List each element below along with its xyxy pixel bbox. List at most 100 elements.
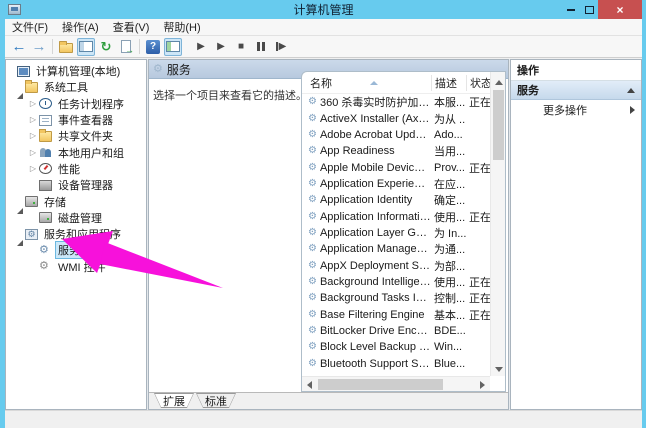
show-action-pane-toggle[interactable] (164, 38, 182, 56)
services-apps-icon: ⚙ (25, 229, 38, 240)
collapsed-icon[interactable]: ▷ (28, 100, 38, 108)
service-row[interactable]: ⚙Block Level Backup Engi...Win... (302, 339, 490, 355)
tree-item-system-tools[interactable]: 系统工具 (6, 79, 146, 95)
tree-item-computer-management[interactable]: 计算机管理(本地) (6, 63, 146, 79)
vertical-scroll-thumb[interactable] (493, 90, 504, 160)
task-scheduler-icon (39, 98, 52, 109)
minimize-icon (567, 9, 575, 11)
tree-item-wmi-control[interactable]: ⚙ WMI 控件 (6, 259, 146, 275)
menu-action[interactable]: 操作(A) (55, 19, 106, 35)
play-icon: ▶ (217, 42, 225, 52)
collapsed-icon[interactable]: ▷ (28, 132, 38, 140)
service-row[interactable]: ⚙Application Identity确定... (302, 192, 490, 208)
service-row[interactable]: ⚙Application Management为通... (302, 241, 490, 257)
back-arrow-icon: ← (12, 39, 27, 54)
tree-item-services[interactable]: ⚙ 服务 (6, 242, 146, 258)
restart-service-button[interactable]: ▶ (272, 38, 290, 56)
list-column-headers: 名称 描述 状态 (302, 72, 505, 94)
services-gear-icon: ⚙ (39, 245, 52, 256)
collapsed-icon[interactable]: ▷ (28, 165, 38, 173)
vertical-scrollbar[interactable] (490, 72, 505, 376)
up-one-level-button[interactable] (57, 38, 75, 56)
service-row[interactable]: ⚙Application Layer Gatewa...为 In... (302, 225, 490, 241)
services-header-title: 服务 (167, 61, 191, 78)
tree-item-local-users[interactable]: ▷ 本地用户和组 (6, 144, 146, 160)
menu-help[interactable]: 帮助(H) (156, 19, 207, 35)
tree-item-storage[interactable]: 存储 (6, 193, 146, 209)
back-button[interactable]: ← (10, 38, 28, 56)
collapsed-icon[interactable]: ▷ (28, 149, 38, 157)
column-header-description[interactable]: 描述 (431, 75, 466, 91)
expanded-icon[interactable] (17, 228, 23, 246)
close-icon: × (616, 3, 623, 17)
service-gear-icon: ⚙ (308, 244, 317, 254)
service-row[interactable]: ⚙BitLocker Drive Encryptio...BDE... (302, 323, 490, 339)
services-list: 名称 描述 状态 ⚙360 杀毒实时防护加载服务本服...正在... ⚙Acti… (301, 71, 506, 392)
horizontal-scroll-thumb[interactable] (318, 379, 443, 390)
help-icon: ? (146, 40, 160, 54)
tree-item-device-manager[interactable]: 设备管理器 (6, 177, 146, 193)
menu-file[interactable]: 文件(F) (5, 19, 55, 35)
scroll-left-icon[interactable] (307, 381, 312, 389)
horizontal-scrollbar[interactable] (302, 376, 490, 391)
tree-item-shared-folders[interactable]: ▷ 共享文件夹 (6, 128, 146, 144)
service-row[interactable]: ⚙Background Intelligent T...使用...正在... (302, 274, 490, 290)
restart-icon: ▶ (276, 42, 287, 52)
storage-icon (25, 196, 38, 207)
service-row[interactable]: ⚙ActiveX Installer (AxInstSV)为从 ... (302, 110, 490, 126)
service-row[interactable]: ⚙AppX Deployment Servic...为部... (302, 257, 490, 273)
service-row[interactable]: ⚙Apple Mobile Device Ser...Prov...正在... (302, 159, 490, 175)
start-service-button[interactable]: ▶ (192, 38, 210, 56)
service-gear-icon: ⚙ (308, 228, 317, 238)
tree-item-disk-management[interactable]: 磁盘管理 (6, 210, 146, 226)
system-tools-icon (25, 82, 38, 93)
main-area: 计算机管理(本地) 系统工具 ▷ 任务计划程序 ▷ 事件查看器 ▷ 共享文件夹 (5, 59, 642, 410)
close-button[interactable]: × (598, 0, 642, 19)
start-service-button-2[interactable]: ▶ (212, 38, 230, 56)
stop-service-button[interactable]: ■ (232, 38, 250, 56)
collapsed-icon[interactable]: ▷ (28, 116, 38, 124)
service-row[interactable]: ⚙Application Information使用...正在... (302, 208, 490, 224)
service-row[interactable]: ⚙Adobe Acrobat Update S...Ado... (302, 127, 490, 143)
column-header-status[interactable]: 状态 (466, 75, 490, 91)
tree-item-task-scheduler[interactable]: ▷ 任务计划程序 (6, 96, 146, 112)
service-row[interactable]: ⚙Base Filtering Engine基本...正在... (302, 306, 490, 322)
tree-item-event-viewer[interactable]: ▷ 事件查看器 (6, 112, 146, 128)
tab-extended[interactable]: 扩展 (154, 393, 194, 408)
minimize-button[interactable] (562, 0, 580, 19)
export-list-button[interactable] (117, 38, 135, 56)
services-header-gear-icon: ⚙ (153, 64, 163, 75)
actions-services-section[interactable]: 服务 (511, 81, 641, 100)
tab-standard[interactable]: 标准 (196, 393, 236, 408)
service-rows: ⚙360 杀毒实时防护加载服务本服...正在... ⚙ActiveX Insta… (302, 94, 490, 376)
tree-item-performance[interactable]: ▷ 性能 (6, 161, 146, 177)
collapse-section-icon[interactable] (627, 88, 635, 93)
scroll-up-icon[interactable] (495, 80, 503, 85)
more-actions-item[interactable]: 更多操作 (511, 100, 641, 120)
service-row[interactable]: ⚙Background Tasks Infras...控制...正在... (302, 290, 490, 306)
export-list-icon (121, 40, 131, 53)
scroll-down-icon[interactable] (495, 367, 503, 372)
service-gear-icon: ⚙ (308, 163, 317, 173)
scroll-right-icon[interactable] (480, 381, 485, 389)
service-row[interactable]: ⚙360 杀毒实时防护加载服务本服...正在... (302, 94, 490, 110)
tree-item-services-and-applications[interactable]: ⚙ 服务和应用程序 (6, 226, 146, 242)
service-row[interactable]: ⚙Bluetooth Support ServiceBlue... (302, 356, 490, 372)
service-row[interactable]: ⚙App Readiness当用... (302, 143, 490, 159)
forward-arrow-icon: → (32, 39, 47, 54)
column-header-name[interactable]: 名称 (302, 75, 431, 91)
expanded-icon[interactable] (17, 196, 23, 214)
service-gear-icon: ⚙ (308, 130, 317, 140)
refresh-icon: ↻ (101, 40, 112, 53)
help-button[interactable]: ? (144, 38, 162, 56)
pause-icon (257, 42, 265, 51)
pause-service-button[interactable] (252, 38, 270, 56)
service-row[interactable]: ⚙Application Experience在应... (302, 176, 490, 192)
maximize-button[interactable] (580, 0, 598, 19)
menu-view[interactable]: 查看(V) (106, 19, 157, 35)
expanded-icon[interactable] (17, 81, 23, 99)
refresh-button[interactable]: ↻ (97, 38, 115, 56)
disk-management-icon (39, 212, 52, 223)
show-console-tree-toggle[interactable] (77, 38, 95, 56)
forward-button[interactable]: → (30, 38, 48, 56)
